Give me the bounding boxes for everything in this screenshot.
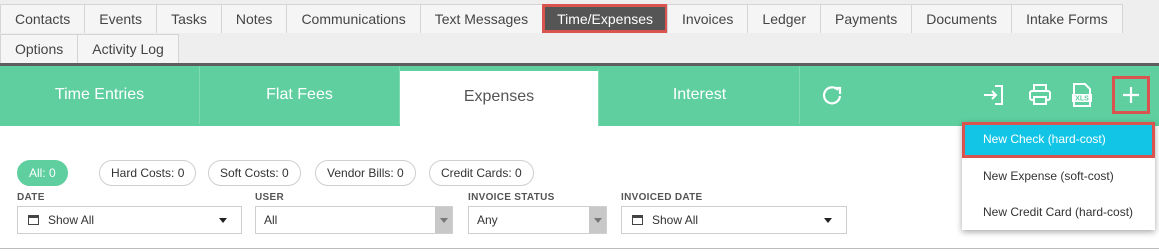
menu-item-new-check[interactable]: New Check (hard-cost): [962, 122, 1155, 158]
user-select[interactable]: All: [255, 206, 453, 234]
tab-text-messages[interactable]: Text Messages: [419, 4, 544, 33]
plus-icon: [1123, 87, 1139, 103]
invoiced-date-label: INVOICED DATE: [621, 192, 703, 203]
calendar-icon: [28, 215, 39, 225]
menu-item-new-expense[interactable]: New Expense (soft-cost): [962, 158, 1155, 194]
invoiced-date-select-value: Show All: [652, 213, 699, 227]
filter-soft-costs-count: 0: [282, 166, 289, 180]
tab-ledger[interactable]: Ledger: [747, 4, 821, 33]
filter-vendor-bills-label: Vendor Bills:: [327, 166, 394, 180]
print-icon[interactable]: [1025, 80, 1055, 110]
tab-invoices[interactable]: Invoices: [667, 4, 749, 33]
tab-events[interactable]: Events: [84, 4, 158, 33]
top-tab-bar: Contacts Events Tasks Notes Communicatio…: [0, 0, 1159, 64]
filter-all[interactable]: All: 0: [17, 160, 68, 186]
content-divider: [0, 248, 1159, 249]
filter-vendor-bills[interactable]: Vendor Bills: 0: [315, 160, 416, 186]
filter-soft-costs-label: Soft Costs:: [220, 166, 279, 180]
filter-soft-costs[interactable]: Soft Costs: 0: [208, 160, 301, 186]
tab-notes[interactable]: Notes: [220, 4, 288, 33]
xls-export-icon[interactable]: XLS: [1067, 80, 1097, 110]
filter-credit-cards-count: 0: [515, 166, 522, 180]
add-new-button[interactable]: [1112, 76, 1150, 114]
tab-intake-forms[interactable]: Intake Forms: [1011, 4, 1123, 33]
chevron-down-icon: [824, 218, 832, 223]
calendar-icon: [632, 215, 643, 225]
filter-credit-cards-label: Credit Cards:: [441, 166, 512, 180]
tab-contacts[interactable]: Contacts: [0, 4, 86, 33]
subtab-time-entries[interactable]: Time Entries: [0, 66, 200, 124]
tab-communications[interactable]: Communications: [286, 4, 421, 33]
user-select-value: All: [264, 213, 278, 227]
tab-time-expenses[interactable]: Time/Expenses: [542, 4, 669, 33]
import-icon[interactable]: [979, 80, 1009, 110]
chevron-down-icon[interactable]: [435, 207, 452, 233]
chevron-down-icon: [219, 218, 227, 223]
filter-credit-cards[interactable]: Credit Cards: 0: [429, 160, 534, 186]
top-tab-row-2: Options Activity Log: [0, 34, 179, 63]
filter-hard-costs[interactable]: Hard Costs: 0: [99, 160, 197, 186]
subtab-interest[interactable]: Interest: [600, 66, 800, 124]
invoice-status-select[interactable]: Any: [468, 206, 607, 234]
user-label: USER: [255, 192, 284, 203]
menu-item-new-credit-card[interactable]: New Credit Card (hard-cost): [962, 194, 1155, 230]
invoice-status-select-value: Any: [477, 213, 498, 227]
tab-activity-log[interactable]: Activity Log: [77, 34, 179, 63]
date-select[interactable]: Show All: [17, 206, 242, 234]
chevron-down-icon[interactable]: [589, 207, 606, 233]
tab-options[interactable]: Options: [0, 34, 79, 63]
top-tab-row-1: Contacts Events Tasks Notes Communicatio…: [0, 4, 1123, 33]
filter-hard-costs-label: Hard Costs:: [111, 166, 175, 180]
tab-payments[interactable]: Payments: [820, 4, 913, 33]
sub-tab-bar: Time Entries Flat Fees Expenses Interest…: [0, 66, 1159, 126]
date-select-value: Show All: [48, 213, 95, 227]
subtab-flat-fees[interactable]: Flat Fees: [200, 66, 400, 124]
add-new-dropdown: New Check (hard-cost) New Expense (soft-…: [962, 122, 1155, 230]
date-label: DATE: [17, 192, 45, 203]
filter-vendor-bills-count: 0: [397, 166, 404, 180]
refresh-icon[interactable]: [817, 80, 847, 110]
tab-documents[interactable]: Documents: [911, 4, 1013, 33]
subtab-expenses[interactable]: Expenses: [400, 68, 599, 126]
invoiced-date-select[interactable]: Show All: [621, 206, 847, 234]
invoice-status-label: INVOICE STATUS: [468, 192, 555, 203]
tab-tasks[interactable]: Tasks: [156, 4, 222, 33]
svg-text:XLS: XLS: [1075, 96, 1089, 103]
filter-hard-costs-count: 0: [177, 166, 185, 180]
